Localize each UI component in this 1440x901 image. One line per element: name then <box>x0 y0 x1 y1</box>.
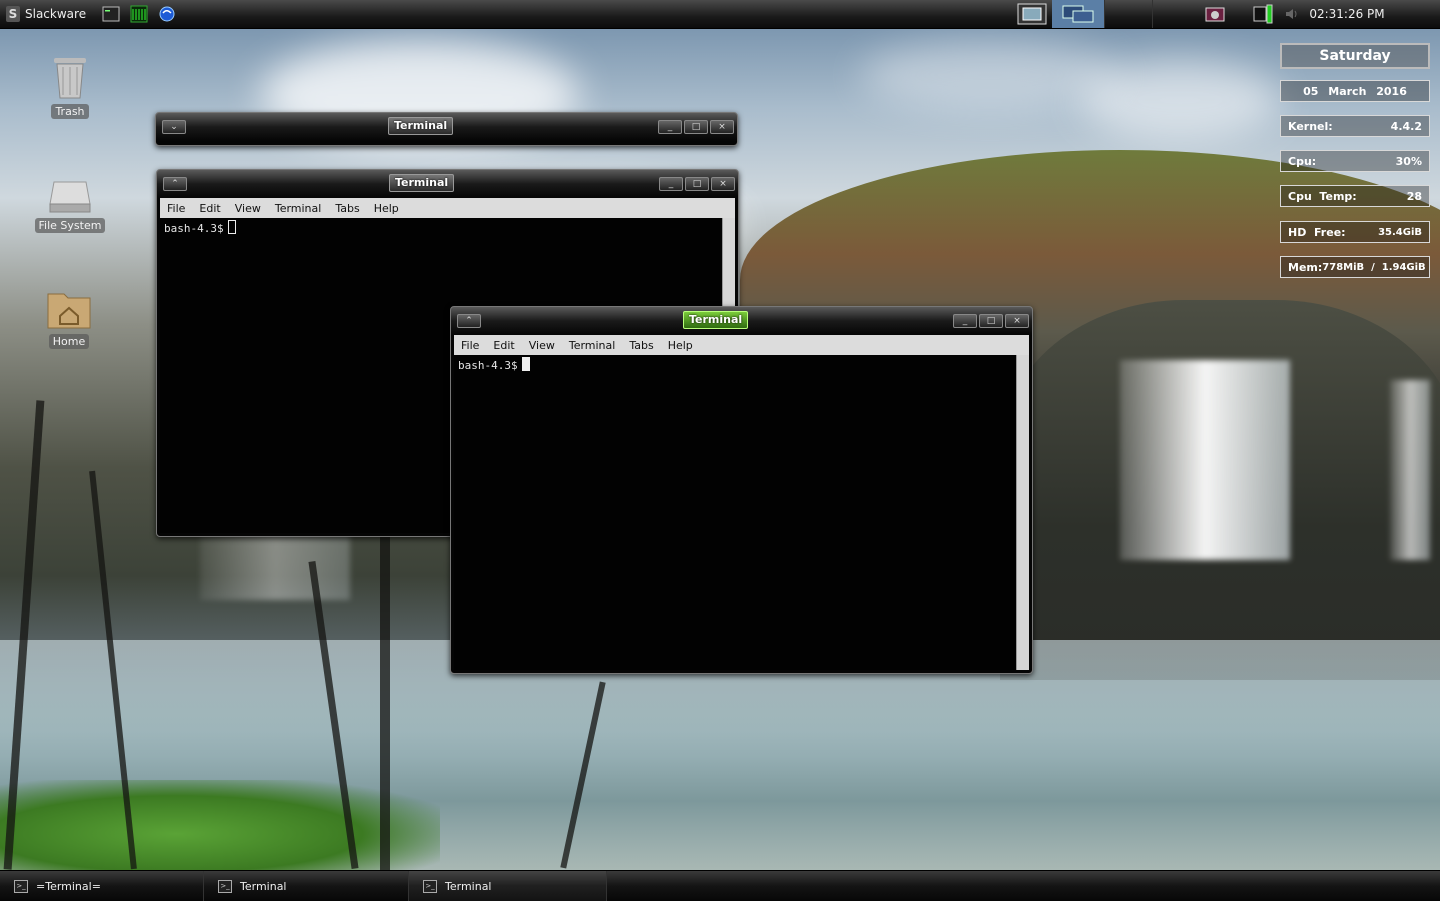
trash-desktop-icon[interactable]: Trash <box>30 52 110 119</box>
conky-cpu-temp-value: 28 <box>1406 189 1422 203</box>
menu-terminal[interactable]: Terminal <box>268 202 329 215</box>
terminal-window-shaded[interactable]: ⌄ Terminal _ □ × <box>155 112 738 146</box>
conky-kernel: Kernel: 4.4.2 <box>1280 115 1430 137</box>
menu-file[interactable]: File <box>454 339 486 352</box>
conky-cpu-temp: Cpu Temp: 28 <box>1280 185 1430 207</box>
workspace-switcher[interactable] <box>1052 0 1104 28</box>
taskbar-item-terminal-active[interactable]: >_ Terminal <box>409 871 607 901</box>
minimize-button[interactable]: _ <box>659 177 683 191</box>
terminal-window-active[interactable]: ⌃ Terminal _ □ × File Edit View Terminal… <box>450 306 1033 674</box>
menu-edit[interactable]: Edit <box>192 202 227 215</box>
close-button[interactable]: × <box>1005 314 1029 328</box>
menu-edit[interactable]: Edit <box>486 339 521 352</box>
menu-tabs[interactable]: Tabs <box>622 339 660 352</box>
conky-mem: Mem: 778MiB / 1.94GiB <box>1280 256 1430 278</box>
taskbar-item-terminal[interactable]: >_ Terminal <box>204 871 409 901</box>
taskbar-item-label: =Terminal= <box>36 879 101 893</box>
conky-mem-value: 778MiB / 1.94GiB <box>1322 261 1426 273</box>
terminal-menubar: File Edit View Terminal Tabs Help <box>454 335 1029 355</box>
filesystem-desktop-icon[interactable]: File System <box>30 174 110 233</box>
maximize-button[interactable]: □ <box>684 120 708 134</box>
screenshot-icon[interactable] <box>1202 0 1228 28</box>
maximize-button[interactable]: □ <box>979 314 1003 328</box>
conky-hd-free: HD Free: 35.4GiB <box>1280 221 1430 243</box>
window-menu-button[interactable]: ⌄ <box>162 120 186 134</box>
menu-terminal[interactable]: Terminal <box>562 339 623 352</box>
home-folder-icon <box>47 293 91 329</box>
volume-icon[interactable] <box>1282 0 1302 28</box>
terminal-menubar: File Edit View Terminal Tabs Help <box>160 198 735 218</box>
filesystem-label: File System <box>34 218 106 233</box>
workspace-2[interactable] <box>1104 0 1153 28</box>
show-desktop-button[interactable] <box>1014 0 1050 28</box>
trash-icon <box>54 58 86 99</box>
conky-cpu-value: 30% <box>1395 154 1422 168</box>
conky-cpu-label: Cpu: <box>1288 154 1317 168</box>
home-label: Home <box>48 334 90 349</box>
close-button[interactable]: × <box>710 120 734 134</box>
window-menu-button[interactable]: ⌃ <box>163 177 187 191</box>
terminal-launcher-icon[interactable] <box>102 5 120 23</box>
conky-kernel-label: Kernel: <box>1288 119 1333 133</box>
conky-cpu-temp-label: Cpu Temp: <box>1288 189 1357 203</box>
terminal-icon: >_ <box>218 879 232 893</box>
window-menu-button[interactable]: ⌃ <box>457 314 481 328</box>
panel-clock[interactable]: 02:31:26 PM <box>1302 0 1392 28</box>
terminal-icon: >_ <box>14 879 28 893</box>
trash-label: Trash <box>51 104 89 119</box>
conky-kernel-value: 4.4.2 <box>1390 119 1422 133</box>
window-titlebar[interactable]: ⌄ Terminal _ □ × <box>156 113 737 143</box>
conky-hd-label: HD Free: <box>1288 225 1346 239</box>
window-titlebar[interactable]: ⌃ Terminal _ □ × <box>451 307 1032 337</box>
window-title: Terminal <box>389 174 455 192</box>
taskbar-item-label: Terminal <box>240 879 287 893</box>
shell-prompt: bash-4.3$ <box>458 359 518 372</box>
menu-view[interactable]: View <box>228 202 268 215</box>
terminal-icon: >_ <box>423 879 437 893</box>
menu-view[interactable]: View <box>522 339 562 352</box>
text-cursor <box>521 357 530 371</box>
hard-drive-icon <box>49 181 91 213</box>
browser-launcher-icon[interactable] <box>158 5 176 23</box>
window-title: Terminal <box>388 117 454 135</box>
taskbar-item-terminal-shaded[interactable]: >_ =Terminal= <box>0 871 204 901</box>
home-desktop-icon[interactable]: Home <box>29 288 109 349</box>
slackware-logo-icon: S <box>6 6 20 22</box>
minimize-button[interactable]: _ <box>953 314 977 328</box>
conky-day: Saturday <box>1280 43 1430 69</box>
menu-file[interactable]: File <box>160 202 192 215</box>
conky-date: 05 March 2016 <box>1280 80 1430 102</box>
conky-day-text: Saturday <box>1319 48 1391 64</box>
conky-hd-value: 35.4GiB <box>1378 226 1422 238</box>
text-cursor <box>227 220 236 234</box>
top-panel: S Slackware 02:31:26 PM <box>0 0 1440 29</box>
terminal-area[interactable]: bash-4.3$ <box>454 355 1016 670</box>
window-title: Terminal <box>683 311 749 329</box>
menu-help[interactable]: Help <box>661 339 700 352</box>
system-monitor-launcher-icon[interactable] <box>130 5 148 23</box>
menu-help[interactable]: Help <box>367 202 406 215</box>
shell-prompt: bash-4.3$ <box>164 222 224 235</box>
terminal-scrollbar[interactable] <box>1016 355 1029 670</box>
menu-tabs[interactable]: Tabs <box>328 202 366 215</box>
workspace-3[interactable] <box>1152 0 1201 28</box>
minimize-button[interactable]: _ <box>658 120 682 134</box>
applications-menu-label: Slackware <box>25 7 87 21</box>
conky-mem-label: Mem: <box>1288 260 1323 274</box>
conky-date-text: 05 March 2016 <box>1303 84 1407 98</box>
taskbar: >_ =Terminal= >_ Terminal >_ Terminal <box>0 870 1440 901</box>
close-button[interactable]: × <box>711 177 735 191</box>
taskbar-item-label: Terminal <box>445 879 492 893</box>
conky-cpu: Cpu: 30% <box>1280 150 1430 172</box>
applications-menu-button[interactable]: S Slackware <box>0 0 92 28</box>
maximize-button[interactable]: □ <box>685 177 709 191</box>
battery-icon[interactable] <box>1250 0 1276 28</box>
window-titlebar[interactable]: ⌃ Terminal _ □ × <box>157 170 738 200</box>
